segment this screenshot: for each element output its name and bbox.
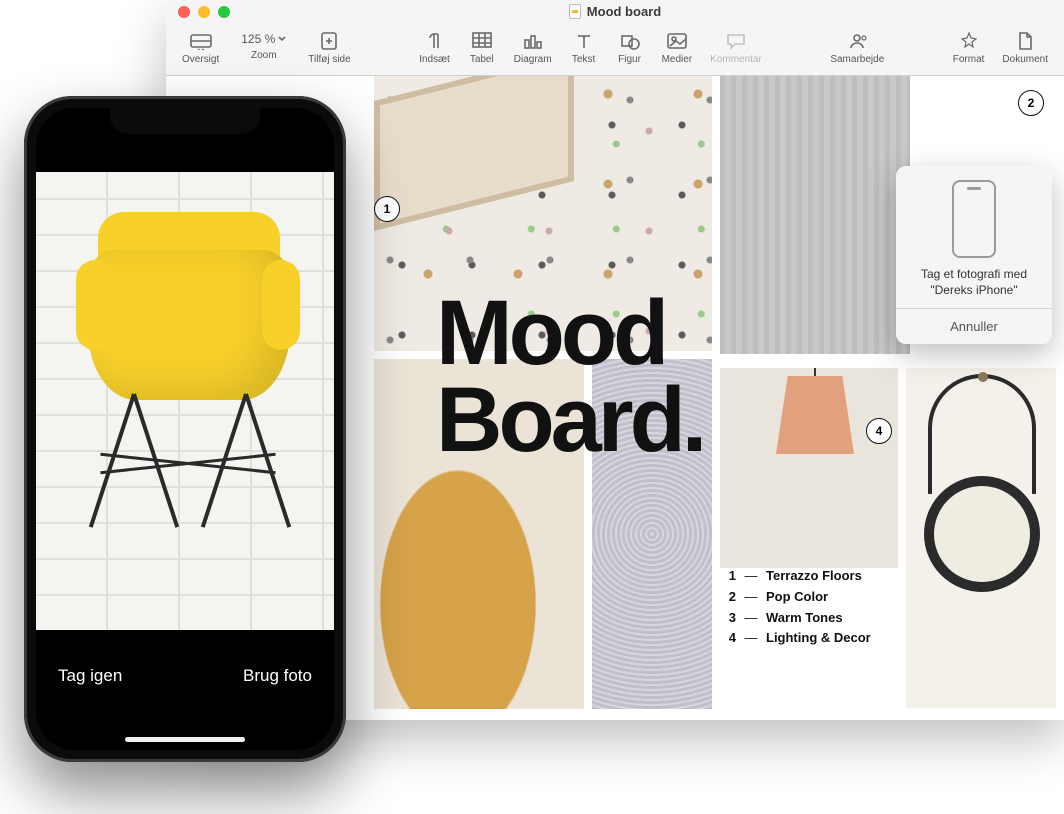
camera-bottom-bar: Tag igen Brug foto (36, 630, 334, 750)
chair-arm (76, 260, 114, 350)
shape-button[interactable]: Figur (608, 28, 652, 67)
add-page-icon (316, 30, 342, 52)
document-inspector-icon (1012, 30, 1038, 52)
table-label: Tabel (470, 54, 494, 65)
chart-label: Diagram (514, 54, 552, 65)
insert-label: Indsæt (419, 54, 450, 65)
view-icon (188, 30, 214, 52)
paragraph-icon (421, 30, 447, 52)
phone-outline-icon (952, 180, 996, 258)
heading-line2: Board. (436, 369, 703, 471)
format-button[interactable]: Format (945, 28, 993, 67)
collaborate-label: Samarbejde (830, 54, 884, 65)
callout-4[interactable]: 4 (866, 418, 892, 444)
text-button[interactable]: Tekst (562, 28, 606, 67)
home-indicator[interactable] (125, 737, 245, 742)
document-label: Dokument (1002, 54, 1048, 65)
comment-label: Kommentar (710, 54, 762, 65)
document-icon (569, 4, 581, 19)
media-icon (664, 30, 690, 52)
toolbar: Oversigt 125 % Zoom Tilføj side Indsæt (166, 24, 1064, 76)
legend-row: 4 — Lighting & Decor (722, 628, 871, 649)
legend-row: 1 — Terrazzo Floors (722, 566, 871, 587)
legend-row: 3 — Warm Tones (722, 608, 871, 629)
titlebar: Mood board (166, 0, 1064, 24)
legend-row: 2 — Pop Color (722, 587, 871, 608)
chair-arm (262, 260, 300, 350)
shape-icon (617, 30, 643, 52)
use-photo-button[interactable]: Brug foto (243, 666, 312, 686)
iphone-mockup: Tag igen Brug foto (24, 96, 346, 762)
zoom-value[interactable]: 125 % (237, 30, 290, 48)
add-page-label: Tilføj side (308, 54, 350, 65)
shape-label: Figur (618, 54, 641, 65)
format-icon (956, 30, 982, 52)
collaborate-icon (844, 30, 870, 52)
continuity-camera-popover: Tag et fotografi med "Dereks iPhone" Ann… (896, 166, 1052, 344)
window-title-text: Mood board (587, 4, 661, 19)
media-button[interactable]: Medier (654, 28, 701, 67)
legend[interactable]: 1 — Terrazzo Floors 2 — Pop Color 3 — Wa… (722, 566, 871, 649)
comment-button: Kommentar (702, 28, 770, 67)
camera-photo-preview (36, 172, 334, 630)
zoom-label: Zoom (251, 50, 277, 61)
callout-2[interactable]: 2 (1018, 90, 1044, 116)
collaborate-button[interactable]: Samarbejde (822, 28, 892, 67)
lamp-shade (776, 376, 854, 454)
insert-button[interactable]: Indsæt (411, 28, 458, 67)
chevron-down-icon (278, 36, 286, 42)
chair-seat (88, 250, 290, 400)
text-icon (571, 30, 597, 52)
view-label: Oversigt (182, 54, 219, 65)
image-concrete[interactable] (720, 76, 910, 354)
retake-button[interactable]: Tag igen (58, 666, 122, 686)
format-label: Format (953, 54, 985, 65)
view-button[interactable]: Oversigt (174, 28, 227, 67)
comment-icon (723, 30, 749, 52)
text-label: Tekst (572, 54, 595, 65)
mirror-hook (978, 372, 988, 382)
mirror-disc (924, 476, 1040, 592)
media-label: Medier (662, 54, 693, 65)
iphone-screen: Tag igen Brug foto (36, 108, 334, 750)
chart-button[interactable]: Diagram (506, 28, 560, 67)
callout-1[interactable]: 1 (374, 196, 400, 222)
iphone-notch (110, 108, 260, 134)
document-heading[interactable]: Mood Board. (436, 290, 703, 465)
chart-icon (520, 30, 546, 52)
popover-text: Tag et fotografi med "Dereks iPhone" (921, 266, 1027, 298)
zoom-control[interactable]: 125 % Zoom (229, 28, 298, 63)
window-title: Mood board (166, 4, 1064, 19)
popover-cancel-button[interactable]: Annuller (896, 308, 1052, 344)
table-button[interactable]: Tabel (460, 28, 504, 67)
document-button[interactable]: Dokument (994, 28, 1056, 67)
table-icon (469, 30, 495, 52)
add-page-button[interactable]: Tilføj side (300, 28, 358, 67)
